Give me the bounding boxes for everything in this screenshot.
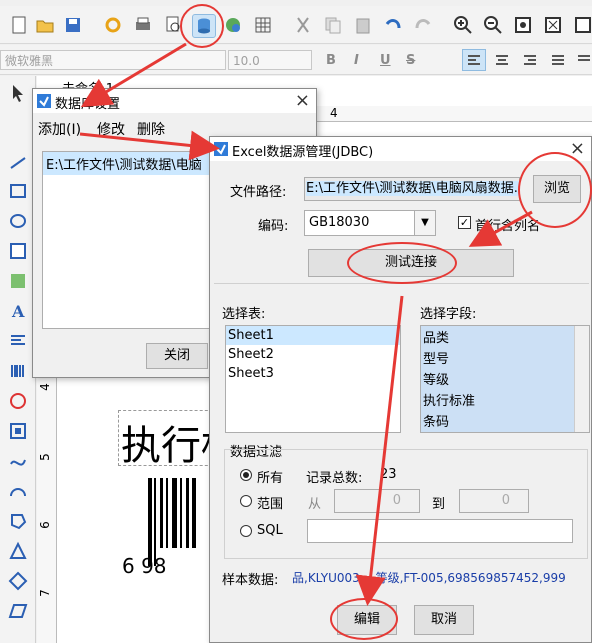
annotation-arrows xyxy=(79,42,533,606)
